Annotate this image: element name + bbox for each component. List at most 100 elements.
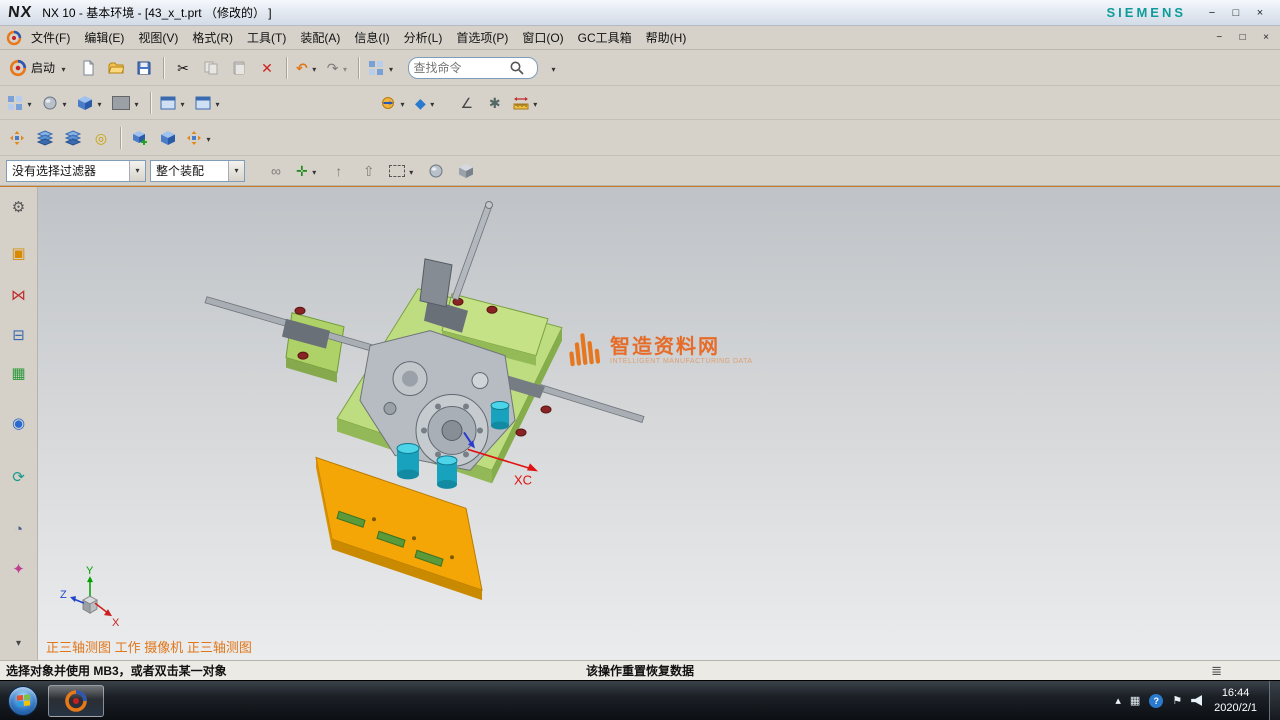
background-color-button[interactable] — [109, 90, 144, 116]
render-style-button[interactable] — [74, 90, 107, 116]
orient-view-button[interactable] — [39, 90, 72, 116]
selection-scope-select[interactable]: 整个装配 — [150, 160, 245, 182]
toolbar-separator — [120, 127, 121, 149]
open-folder-icon — [108, 60, 124, 76]
web-browser-button[interactable]: ◉ — [6, 411, 32, 435]
snap-point-toggle-button[interactable]: ✛ — [293, 158, 322, 184]
input-indicator-icon[interactable]: ▦ — [1130, 694, 1140, 707]
shaded-sphere-icon — [428, 163, 444, 179]
combo-arrow-icon[interactable] — [228, 161, 244, 181]
command-finder[interactable] — [408, 57, 538, 79]
show-desktop-button[interactable] — [1269, 681, 1280, 720]
menu-window[interactable]: 窗口(O) — [515, 26, 570, 49]
mdi-minimize-button[interactable]: − — [1209, 30, 1229, 46]
menu-format[interactable]: 格式(R) — [185, 26, 240, 49]
reuse-library-button[interactable]: ▦ — [6, 361, 32, 385]
cut-button[interactable]: ✂ — [170, 55, 196, 81]
mdi-window-controls: − □ × — [1209, 29, 1276, 46]
start-menu-button[interactable]: 启动 — [4, 55, 73, 81]
maximize-button[interactable]: □ — [1224, 4, 1248, 22]
layer-visible-in-view-button[interactable] — [60, 125, 86, 151]
customize-button[interactable]: ⚙ — [6, 195, 32, 219]
point-snap-icon: ✱ — [489, 96, 501, 110]
edit-object-display-button[interactable]: ◆ — [412, 90, 440, 116]
delete-button[interactable]: ✕ — [254, 55, 280, 81]
undo-button[interactable]: ↶ — [293, 55, 322, 81]
constraint-navigator-button[interactable]: ⋈ — [6, 283, 32, 307]
resource-bar-expand-button[interactable]: ▾ — [6, 632, 32, 656]
title-bar[interactable]: NX NX 10 - 基本环境 - [43_x_t.prt （修改的） ] SI… — [0, 0, 1280, 26]
menu-edit[interactable]: 编辑(E) — [77, 26, 131, 49]
menu-view[interactable]: 视图(V) — [131, 26, 185, 49]
type-filter-select[interactable]: 没有选择过滤器 — [6, 160, 146, 182]
status-note-icon[interactable]: ≣ — [1211, 663, 1222, 679]
find-command-input[interactable] — [413, 61, 509, 75]
chevron-down-icon — [60, 96, 69, 110]
window-layout-button[interactable] — [365, 55, 398, 81]
plus-snap-icon: ✛ — [296, 164, 308, 178]
action-center-flag-icon[interactable]: ⚑ — [1172, 694, 1182, 707]
move-component-button[interactable] — [4, 125, 30, 151]
select-parent-button[interactable]: ↑ — [326, 158, 352, 184]
save-button[interactable] — [131, 55, 157, 81]
taskbar-clock[interactable]: 16:44 2020/2/1 — [1214, 686, 1257, 716]
gem-icon: ◆ — [415, 96, 426, 110]
layer-settings-button[interactable] — [32, 125, 58, 151]
rectangle-select-button[interactable] — [386, 158, 419, 184]
selection-scope-value: 整个装配 — [151, 162, 228, 179]
move-component-2-button[interactable] — [155, 125, 181, 151]
menu-preferences[interactable]: 首选项(P) — [449, 26, 515, 49]
mdi-restore-button[interactable]: □ — [1233, 30, 1253, 46]
menu-gc-toolbox[interactable]: GC工具箱 — [571, 26, 639, 49]
menu-file[interactable]: 文件(F) — [24, 26, 77, 49]
interpart-select-button[interactable]: ∞ — [263, 158, 289, 184]
add-component-button[interactable] — [127, 125, 153, 151]
history-palette-button[interactable]: ⟳ — [6, 465, 32, 489]
menu-analysis[interactable]: 分析(L) — [397, 26, 450, 49]
move-arrows-icon — [9, 130, 25, 146]
status-prompt: 选择对象并使用 MB3，或者双击某一对象 — [0, 662, 227, 679]
view-orientation-button[interactable] — [377, 90, 410, 116]
measure-button[interactable] — [510, 90, 543, 116]
minimize-button[interactable]: − — [1200, 4, 1224, 22]
part-navigator-button[interactable]: ⊟ — [6, 323, 32, 347]
status-message: 该操作重置恢复数据 — [586, 662, 694, 679]
menu-help[interactable]: 帮助(H) — [639, 26, 694, 49]
snap-angle-button[interactable]: ∠ — [454, 90, 480, 116]
viewport-canvas[interactable]: XC Y X Z — [38, 187, 1280, 660]
copy-button[interactable] — [198, 55, 224, 81]
menu-information[interactable]: 信息(I) — [347, 26, 396, 49]
menu-assemblies[interactable]: 装配(A) — [293, 26, 347, 49]
tile-window-button[interactable] — [192, 90, 225, 116]
search-icon[interactable] — [509, 60, 525, 76]
assembly-constraints-button[interactable] — [183, 125, 216, 151]
start-orb-button[interactable] — [8, 686, 38, 716]
screen-layout-button[interactable] — [4, 90, 37, 116]
taskbar-nx-button[interactable] — [48, 685, 104, 717]
open-file-button[interactable] — [103, 55, 129, 81]
roles-button[interactable]: ✦ — [6, 557, 32, 581]
menu-tools[interactable]: 工具(T) — [240, 26, 293, 49]
close-button[interactable]: × — [1248, 4, 1272, 22]
finder-options-button[interactable] — [540, 55, 566, 81]
volume-icon[interactable] — [1191, 695, 1202, 706]
snap-point-button[interactable]: ✱ — [482, 90, 508, 116]
assembly-navigator-button[interactable]: ▣ — [6, 241, 32, 265]
help-tray-icon[interactable]: ? — [1149, 694, 1163, 708]
mdi-close-button[interactable]: × — [1256, 30, 1276, 46]
paste-button[interactable] — [226, 55, 252, 81]
hidden-icons-chevron-icon[interactable]: ▴ — [1115, 694, 1121, 707]
chevron-down-icon — [132, 96, 141, 110]
combo-arrow-icon[interactable] — [129, 161, 145, 181]
redo-button[interactable]: ↷ — [324, 55, 353, 81]
film-roll-button[interactable]: ◎ — [88, 125, 114, 151]
select-solid-button[interactable] — [453, 158, 479, 184]
new-window-button[interactable] — [157, 90, 190, 116]
arrow-up-icon: ↑ — [335, 164, 342, 178]
capture-selection-button[interactable]: ⇧ — [356, 158, 382, 184]
system-scenes-button[interactable]: ◔ — [6, 517, 32, 541]
highlight-shaded-button[interactable] — [423, 158, 449, 184]
graphics-window[interactable]: XC Y X Z — [38, 187, 1280, 660]
new-file-button[interactable] — [75, 55, 101, 81]
link-icon: ∞ — [271, 164, 281, 178]
